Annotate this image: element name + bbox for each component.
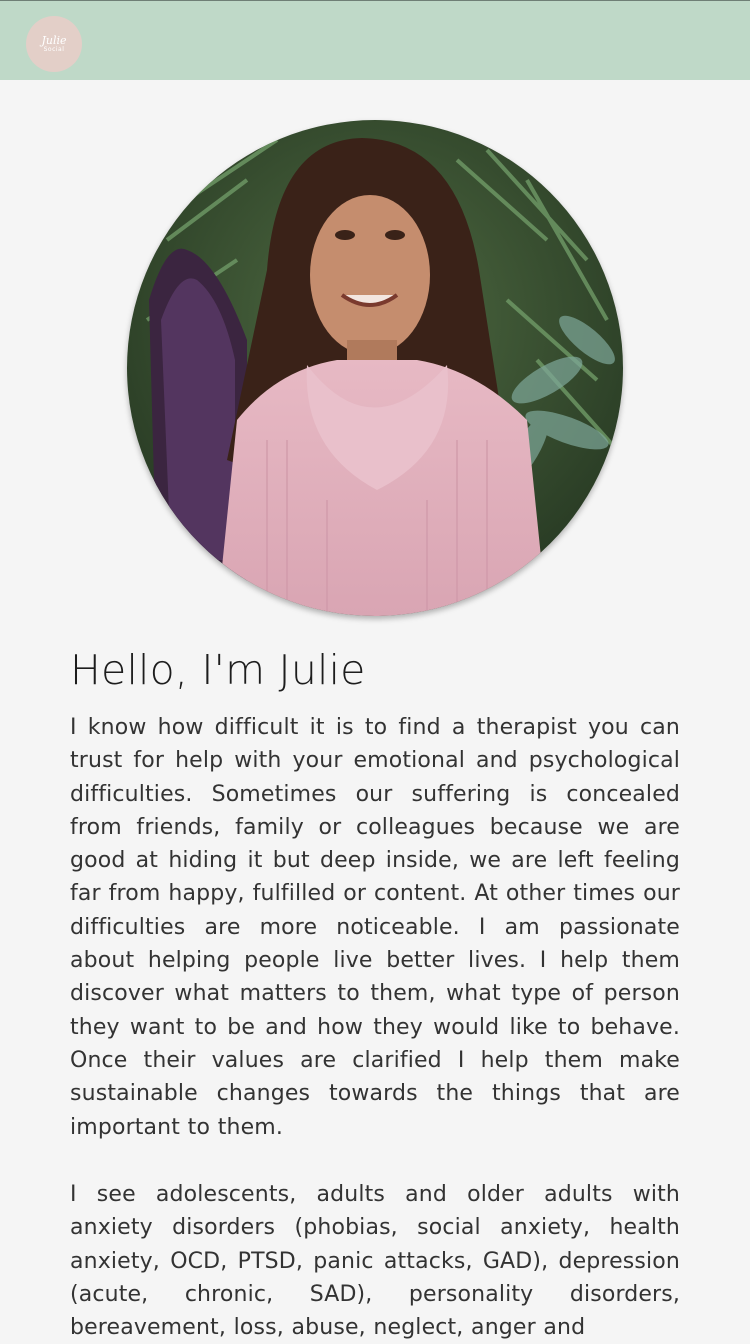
top-navigation-bar: Julie Social	[0, 0, 750, 80]
page-title: Hello, I'm Julie	[70, 646, 366, 694]
bio-paragraph-1: I know how difficult it is to find a the…	[70, 715, 680, 1140]
portrait-photo-icon	[127, 120, 623, 616]
logo-name-text: Julie	[41, 33, 67, 47]
profile-photo	[127, 120, 623, 616]
bio-paragraph-2: I see adolescents, adults and older adul…	[70, 1182, 680, 1341]
logo-sub-text: Social	[43, 45, 65, 53]
site-logo[interactable]: Julie Social	[26, 16, 82, 72]
